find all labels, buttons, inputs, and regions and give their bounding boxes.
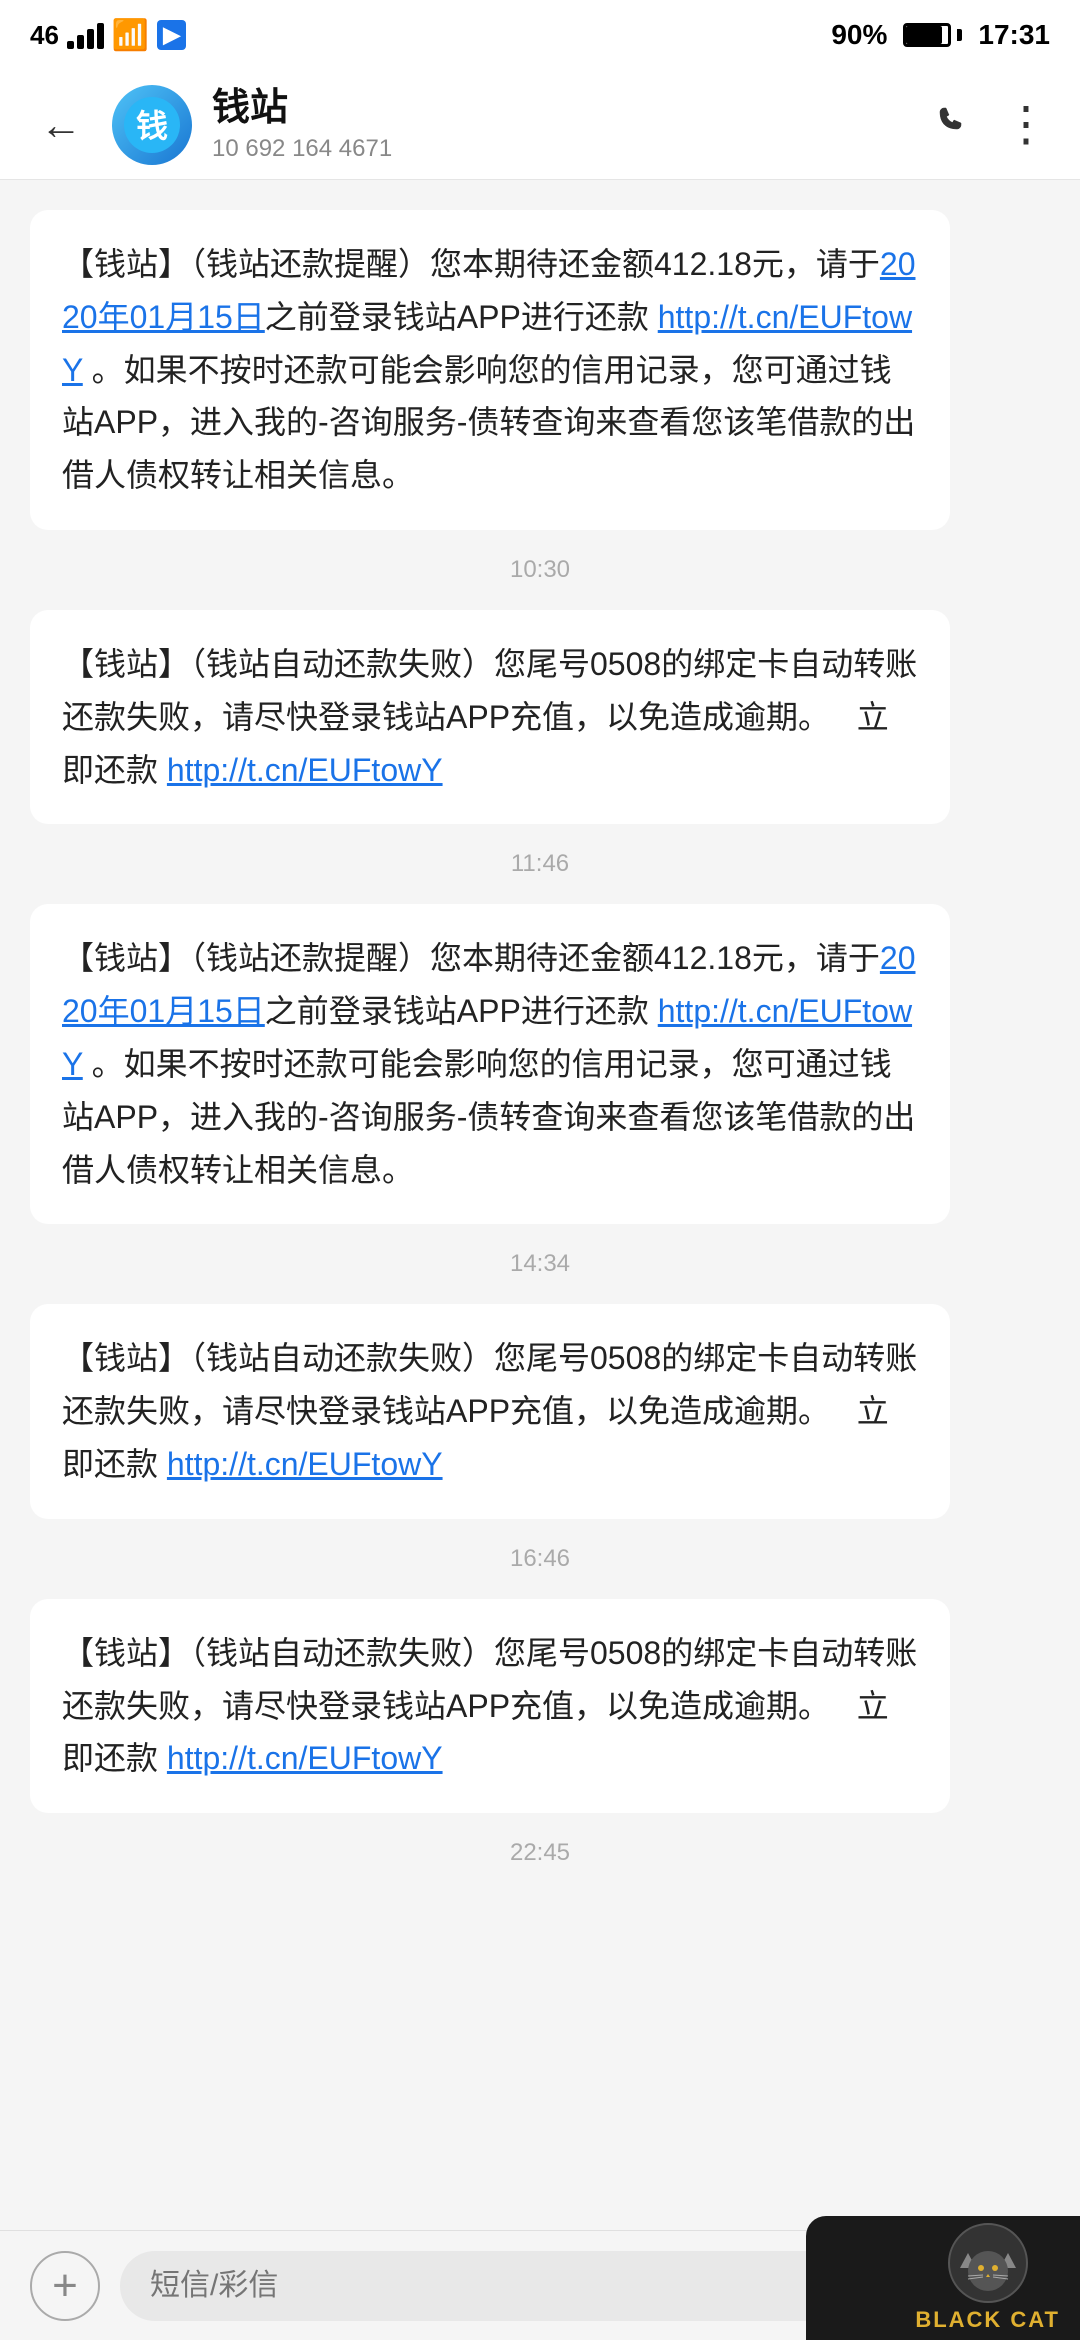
message-bubble-3: 【钱站】（钱站还款提醒）您本期待还金额412.18元，请于2020年01月15日… (30, 904, 950, 1224)
message-bubble-2: 【钱站】（钱站自动还款失败）您尾号0508的绑定卡自动转账还款失败，请尽快登录钱… (30, 610, 950, 824)
message-wrapper-5: 【钱站】（钱站自动还款失败）您尾号0508的绑定卡自动转账还款失败，请尽快登录钱… (0, 1589, 1080, 1823)
chat-area: 【钱站】（钱站还款提醒）您本期待还金额412.18元，请于2020年01月15日… (0, 180, 1080, 2013)
cat-circle (948, 2223, 1028, 2303)
wifi-icon: 📶 (112, 18, 149, 53)
message-wrapper-2: 【钱站】（钱站自动还款失败）您尾号0508的绑定卡自动转账还款失败，请尽快登录钱… (0, 600, 1080, 834)
signal-bar-4 (97, 23, 104, 49)
signal-bar-1 (67, 41, 74, 49)
timestamp-4: 16:46 (0, 1545, 1080, 1573)
avatar-icon: 钱 (122, 95, 182, 155)
status-left: 46 📶 ▶ (30, 18, 186, 53)
back-button[interactable]: ← (30, 91, 92, 159)
signal-bar-3 (87, 29, 94, 49)
signal-bar-2 (77, 35, 84, 49)
contact-name: 钱站 (212, 86, 912, 132)
url-link-2[interactable]: http://t.cn/EUFtowY (167, 752, 443, 788)
url-link-4[interactable]: http://t.cn/EUFtowY (167, 1446, 443, 1482)
battery-percent: 90% (831, 19, 887, 51)
timestamp-2: 11:46 (0, 850, 1080, 878)
cat-logo: BLACK CAT (915, 2223, 1060, 2333)
svg-text:钱: 钱 (136, 108, 168, 144)
contact-number: 10 692 164 4671 (212, 135, 912, 163)
timestamp-3: 14:34 (0, 1250, 1080, 1278)
message-wrapper-1: 【钱站】（钱站还款提醒）您本期待还金额412.18元，请于2020年01月15日… (0, 200, 1080, 540)
message-bubble-5: 【钱站】（钱站自动还款失败）您尾号0508的绑定卡自动转账还款失败，请尽快登录钱… (30, 1599, 950, 1813)
status-right: 90% 17:31 (831, 19, 1050, 51)
signal-bars (67, 21, 104, 49)
black-cat-watermark: BLACK CAT (806, 2216, 1080, 2340)
time-display: 17:31 (978, 19, 1050, 51)
battery-icon (903, 23, 962, 47)
plus-icon: + (52, 2261, 78, 2311)
brand-text: BLACK CAT (915, 2307, 1060, 2333)
contact-info: 钱站 10 692 164 4671 (212, 86, 912, 164)
timestamp-5: 22:45 (0, 1839, 1080, 1867)
timestamp-1: 10:30 (0, 556, 1080, 584)
carrier-label: 46 (30, 20, 59, 51)
message-wrapper-3: 【钱站】（钱站还款提醒）您本期待还金额412.18元，请于2020年01月15日… (0, 894, 1080, 1234)
nav-actions: ⋮ (932, 100, 1050, 150)
message-bubble-1: 【钱站】（钱站还款提醒）您本期待还金额412.18元，请于2020年01月15日… (30, 210, 950, 530)
data-icon: ▶ (157, 20, 186, 50)
more-button[interactable]: ⋮ (1002, 101, 1050, 149)
nav-bar: ← 钱 钱站 10 692 164 4671 ⋮ (0, 70, 1080, 180)
message-wrapper-4: 【钱站】（钱站自动还款失败）您尾号0508的绑定卡自动转账还款失败，请尽快登录钱… (0, 1294, 1080, 1528)
add-attachment-button[interactable]: + (30, 2251, 100, 2321)
contact-avatar: 钱 (112, 85, 192, 165)
message-bubble-4: 【钱站】（钱站自动还款失败）您尾号0508的绑定卡自动转账还款失败，请尽快登录钱… (30, 1304, 950, 1518)
call-button[interactable] (932, 100, 972, 150)
url-link-5[interactable]: http://t.cn/EUFtowY (167, 1740, 443, 1776)
status-bar: 46 📶 ▶ 90% 17:31 (0, 0, 1080, 70)
cat-face-icon (958, 2233, 1018, 2293)
